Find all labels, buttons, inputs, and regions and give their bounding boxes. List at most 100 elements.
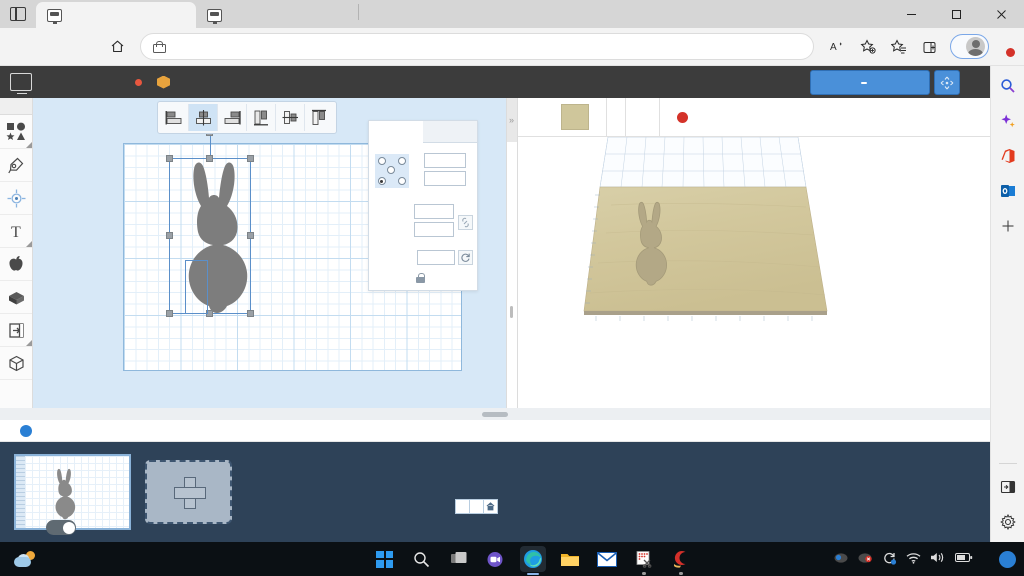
link-aspect-icon[interactable]	[458, 215, 473, 230]
units-toggle[interactable]	[40, 520, 82, 535]
add-bit-button[interactable]	[626, 98, 660, 136]
material-selector[interactable]	[552, 98, 607, 136]
selection-bounding-box[interactable]	[169, 158, 251, 314]
wifi-icon[interactable]	[906, 552, 921, 567]
collapse-right-button[interactable]: »	[507, 98, 517, 142]
split-screen-icon[interactable]	[915, 32, 945, 62]
apps-tool[interactable]	[0, 248, 32, 281]
minimize-button[interactable]	[889, 0, 934, 28]
unit-switch[interactable]	[46, 520, 76, 535]
align-center-horizontal-button[interactable]	[189, 104, 218, 131]
reload-button[interactable]	[70, 32, 100, 62]
align-top-button[interactable]	[247, 104, 276, 131]
new-tab-button[interactable]	[361, 2, 389, 28]
start-button[interactable]	[372, 546, 398, 572]
add-sidebar-icon[interactable]	[996, 214, 1020, 238]
favorite-star-icon[interactable]	[853, 32, 883, 62]
office-icon[interactable]	[996, 144, 1020, 168]
resize-handle-sw[interactable]	[166, 310, 173, 317]
resize-handle-nw[interactable]	[166, 155, 173, 162]
tray-sync-icon[interactable]	[882, 551, 897, 568]
inner-shape-outline[interactable]	[185, 260, 208, 314]
bit-selector[interactable]	[607, 98, 626, 136]
zoom-home-button[interactable]	[483, 499, 498, 514]
tray-icon-1[interactable]	[834, 551, 849, 567]
volume-icon[interactable]	[930, 551, 946, 567]
height-input[interactable]	[414, 222, 454, 237]
inventables-link[interactable]	[157, 76, 175, 89]
center-tool[interactable]	[0, 182, 32, 215]
projects-tool[interactable]	[0, 281, 32, 314]
resize-handle-e[interactable]	[247, 232, 254, 239]
notification-badge[interactable]	[999, 551, 1016, 568]
cut-settings-button[interactable]	[660, 98, 700, 136]
align-bottom-button[interactable]	[305, 104, 334, 131]
close-icon[interactable]	[332, 7, 348, 23]
lock-objects-row[interactable]	[369, 268, 477, 290]
help-icon[interactable]	[20, 425, 32, 437]
anchor-top-right[interactable]	[398, 157, 406, 165]
forward-button[interactable]	[38, 32, 68, 62]
resize-handle-w[interactable]	[166, 232, 173, 239]
workpiece-thumbnail-1[interactable]	[14, 454, 131, 530]
close-icon[interactable]	[172, 7, 188, 23]
maximize-button[interactable]	[934, 0, 979, 28]
position-x-input[interactable]	[424, 153, 466, 168]
reset-rotation-icon[interactable]	[458, 250, 473, 265]
add-workpiece-button[interactable]	[145, 460, 232, 524]
battery-icon[interactable]	[955, 552, 973, 566]
angle-input[interactable]	[417, 250, 455, 265]
text-tool[interactable]: T	[0, 215, 32, 248]
browser-menu-button[interactable]	[990, 33, 1018, 61]
carve-button[interactable]	[810, 70, 930, 95]
edge-button[interactable]	[520, 546, 546, 572]
snipping-tool-button[interactable]	[631, 546, 657, 572]
collections-icon[interactable]	[884, 32, 914, 62]
read-aloud-icon[interactable]: A	[822, 32, 852, 62]
task-view-button[interactable]	[446, 546, 472, 572]
address-bar[interactable]	[140, 33, 814, 60]
browser-tab-2[interactable]	[196, 2, 356, 28]
zoom-out-button[interactable]	[455, 499, 470, 514]
align-left-button[interactable]	[160, 104, 189, 131]
tab-shape[interactable]	[369, 121, 423, 143]
anchor-center[interactable]	[387, 166, 395, 174]
resize-handle-se[interactable]	[247, 310, 254, 317]
teams-button[interactable]	[483, 546, 509, 572]
pen-tool[interactable]	[0, 149, 32, 182]
close-button[interactable]	[979, 0, 1024, 28]
resize-handle-ne[interactable]	[247, 155, 254, 162]
search-icon[interactable]	[996, 74, 1020, 98]
browser-tab-1[interactable]	[36, 2, 196, 28]
anchor-top-left[interactable]	[378, 157, 386, 165]
threed-tool[interactable]	[0, 347, 32, 380]
rail-collapse-button[interactable]	[0, 98, 32, 115]
tray-icon-2[interactable]	[858, 551, 873, 567]
tab-actions-button[interactable]	[0, 0, 36, 28]
tab-cut[interactable]	[423, 121, 477, 143]
shapes-tool[interactable]	[0, 115, 32, 149]
mail-button[interactable]	[594, 546, 620, 572]
search-taskbar-button[interactable]	[409, 546, 435, 572]
resize-handle-n[interactable]	[206, 155, 213, 162]
split-screen-icon[interactable]	[996, 475, 1020, 499]
align-middle-vertical-button[interactable]	[276, 104, 305, 131]
width-input[interactable]	[414, 204, 454, 219]
sign-in-button[interactable]	[950, 34, 989, 59]
anchor-bottom-right[interactable]	[398, 177, 406, 185]
home-button[interactable]	[102, 32, 132, 62]
ccleaner-button[interactable]	[668, 546, 694, 572]
move-arrows-icon[interactable]	[934, 70, 960, 95]
easel-pro-logo-icon[interactable]	[10, 73, 32, 91]
sidebar-settings-icon[interactable]	[996, 510, 1020, 534]
file-explorer-button[interactable]	[557, 546, 583, 572]
import-tool[interactable]	[0, 314, 32, 347]
back-button[interactable]	[6, 32, 36, 62]
copilot-icon[interactable]	[996, 109, 1020, 133]
outlook-icon[interactable]	[996, 179, 1020, 203]
weather-widget[interactable]	[0, 551, 240, 567]
align-right-button[interactable]	[218, 104, 247, 131]
anchor-selector[interactable]	[375, 154, 409, 188]
anchor-bottom-left[interactable]	[378, 177, 386, 185]
position-y-input[interactable]	[424, 171, 466, 186]
